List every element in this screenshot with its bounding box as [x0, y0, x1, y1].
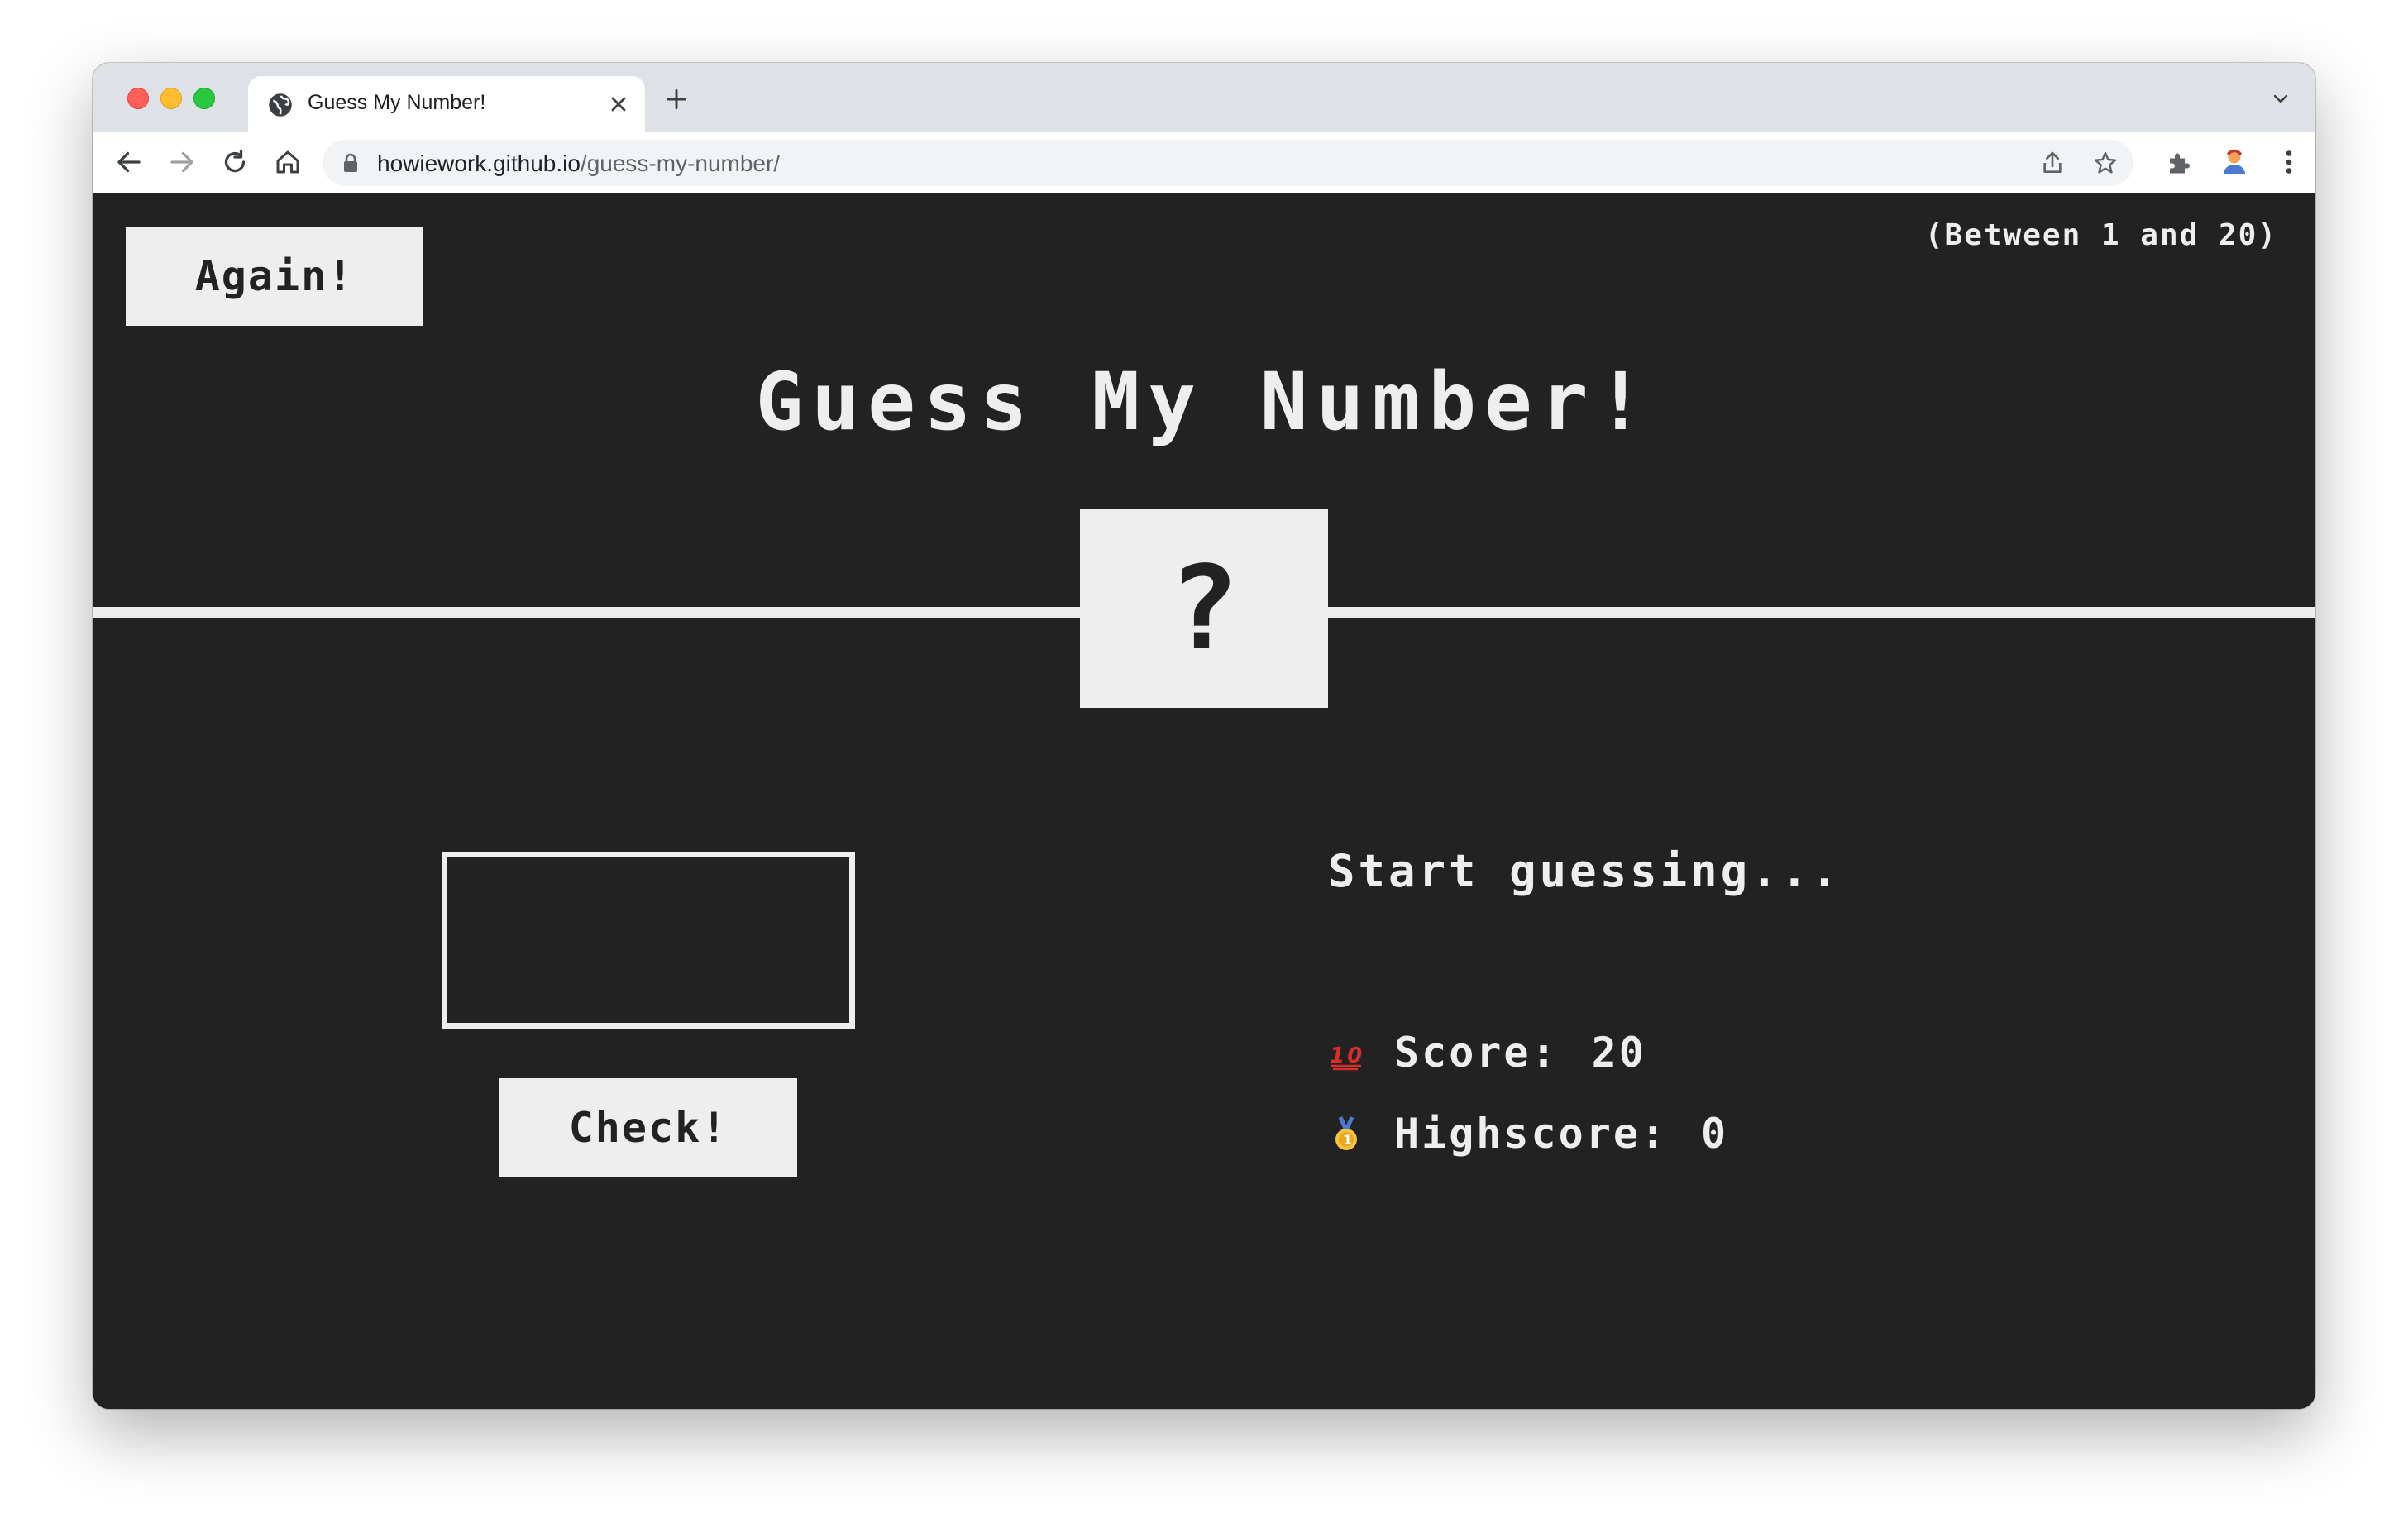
- svg-text:1: 1: [1343, 1132, 1354, 1148]
- browser-window: Guess My Number! howiework.github.io/gue…: [93, 63, 2315, 1409]
- home-icon[interactable]: [273, 147, 303, 177]
- page-title: Guess My Number!: [755, 356, 1653, 448]
- range-hint: (Between 1 and 20): [1924, 218, 2277, 252]
- svg-text:100: 100: [1330, 1043, 1364, 1068]
- check-button[interactable]: Check!: [499, 1078, 797, 1177]
- status-message: Start guessing...: [1328, 845, 1842, 897]
- reload-icon[interactable]: [220, 147, 250, 177]
- url-domain: howiework.github.io: [377, 150, 580, 176]
- minimize-window-button[interactable]: [160, 88, 182, 109]
- url-path: /guess-my-number/: [580, 150, 781, 176]
- again-button[interactable]: Again!: [126, 227, 423, 326]
- maximize-window-button[interactable]: [194, 88, 215, 109]
- lock-icon[interactable]: [342, 153, 359, 173]
- guess-input[interactable]: [442, 852, 855, 1029]
- hundred-points-icon: 100: [1330, 1043, 1364, 1071]
- more-vertical-icon[interactable]: [2274, 147, 2304, 177]
- extensions-puzzle-icon[interactable]: [2165, 147, 2195, 177]
- score-row: 100 Score: 20: [1328, 1029, 1646, 1077]
- close-tab-icon[interactable]: [607, 93, 630, 116]
- back-arrow-icon[interactable]: [114, 147, 144, 177]
- highscore-label: Highscore:: [1394, 1110, 1669, 1158]
- share-icon[interactable]: [2039, 150, 2066, 176]
- score-label: Score:: [1394, 1029, 1559, 1077]
- globe-icon: [269, 93, 292, 117]
- close-window-button[interactable]: [127, 88, 149, 109]
- browser-tab[interactable]: Guess My Number!: [248, 76, 645, 132]
- chevron-down-icon[interactable]: [2271, 91, 2291, 107]
- secret-number-box: ?: [1080, 509, 1328, 708]
- browser-toolbar: howiework.github.io/guess-my-number/: [93, 132, 2315, 194]
- game-page: Again! (Between 1 and 20) Guess My Numbe…: [93, 193, 2315, 1409]
- profile-avatar-icon[interactable]: [2219, 147, 2249, 177]
- tab-strip: Guess My Number!: [93, 63, 2315, 132]
- medal-icon: 1: [1335, 1115, 1357, 1150]
- address-bar[interactable]: howiework.github.io/guess-my-number/: [322, 140, 2133, 186]
- bookmark-star-icon[interactable]: [2092, 150, 2119, 176]
- tab-title: Guess My Number!: [308, 91, 486, 114]
- forward-arrow-icon[interactable]: [167, 147, 197, 177]
- highscore-value: 0: [1701, 1110, 1729, 1158]
- score-value: 20: [1591, 1029, 1646, 1077]
- new-tab-icon[interactable]: [663, 86, 690, 112]
- url-text[interactable]: howiework.github.io/guess-my-number/: [377, 150, 780, 177]
- highscore-row: 1 Highscore: 0: [1328, 1110, 1728, 1158]
